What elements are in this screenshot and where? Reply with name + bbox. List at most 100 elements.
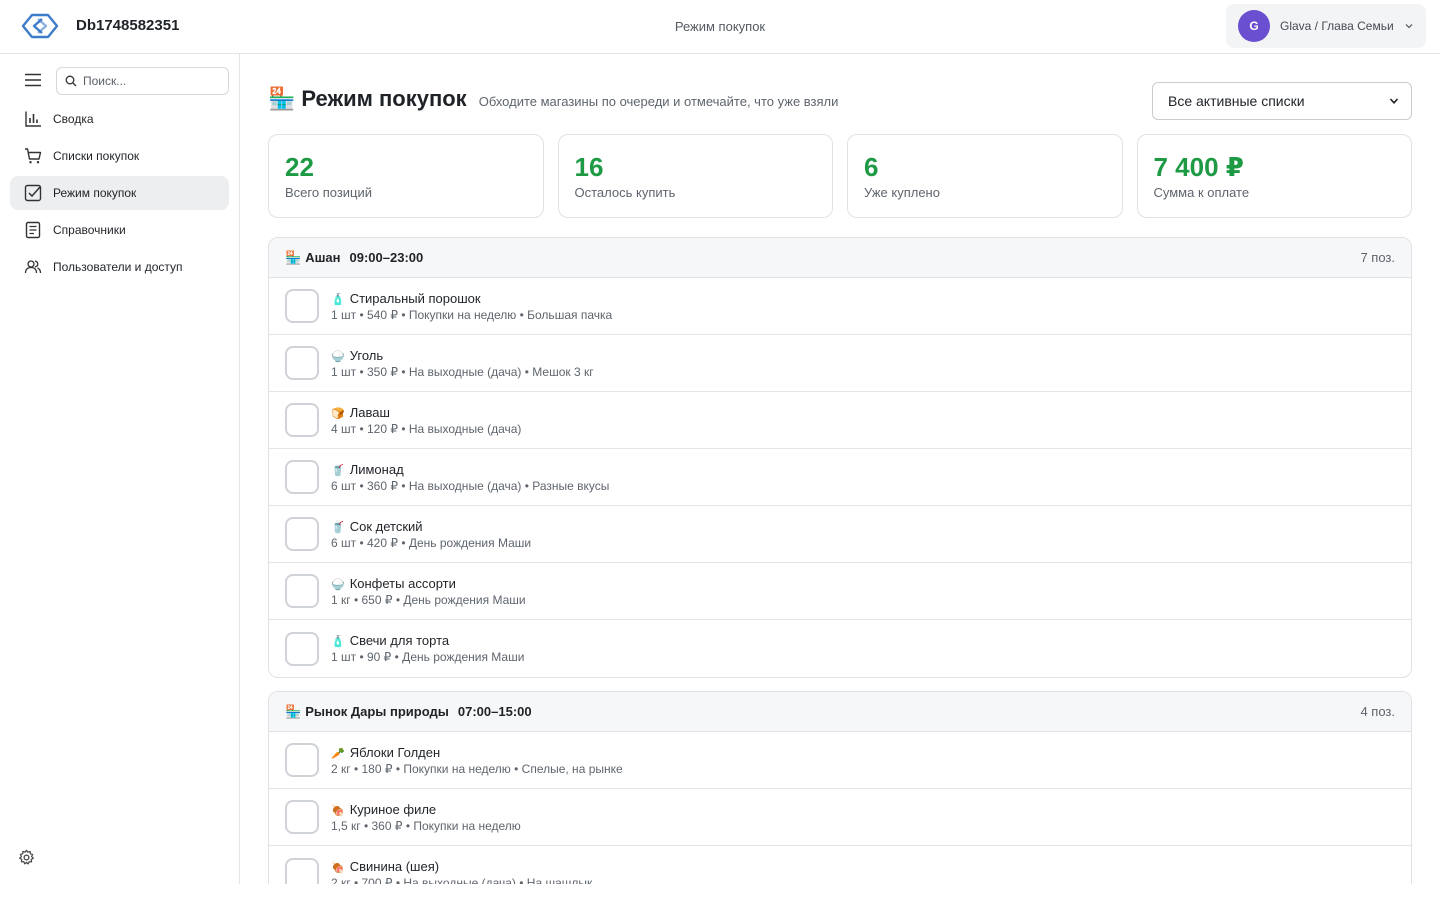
item-meta: 1 шт • 540 ₽ • Покупки на неделю • Больш…: [331, 307, 613, 322]
store-emoji-icon: 🏪: [268, 86, 296, 111]
store-section-market: 🏪 Рынок Дары природы 07:00–15:00 4 поз. …: [268, 691, 1412, 884]
checkbox-icon: [24, 184, 42, 202]
stat-card-remaining: 16 Осталось купить: [557, 134, 833, 218]
stat-label: Всего позиций: [285, 185, 373, 200]
sidebar-item-directories[interactable]: Справочники: [10, 213, 229, 247]
sidebar-item-label: Сводка: [53, 112, 94, 126]
item-emoji-icon: 🍖: [331, 804, 345, 817]
list-item[interactable]: 🍞 Лаваш 4 шт • 120 ₽ • На выходные (дача): [269, 392, 1411, 449]
item-checkbox[interactable]: [285, 403, 319, 437]
item-checkbox[interactable]: [285, 574, 319, 608]
user-name: Glava / Глава Семьи: [1280, 19, 1394, 33]
list-item[interactable]: 🥤 Сок детский 6 шт • 420 ₽ • День рождени…: [269, 506, 1411, 563]
item-emoji-icon: 🥕: [331, 747, 345, 760]
top-bar: Db1748582351 Режим покупок G Glava / Гла…: [0, 0, 1440, 54]
list-filter-select[interactable]: Все активные списки: [1152, 82, 1412, 120]
item-checkbox[interactable]: [285, 857, 319, 884]
item-emoji-icon: 🍖: [331, 862, 345, 874]
sidebar: Сводка Списки покупок Режим покупок Спра…: [0, 54, 240, 884]
item-name: Свинина (шея): [349, 859, 440, 874]
item-emoji-icon: 🥤: [331, 464, 345, 477]
item-meta: 1 шт • 90 ₽ • День рождения Маши: [331, 650, 525, 664]
item-meta: 2 кг • 700 ₽ • На выходные (дача) • На ш…: [331, 876, 593, 884]
item-meta: 1 шт • 350 ₽ • На выходные (дача) • Мешо…: [331, 364, 594, 379]
item-checkbox[interactable]: [285, 289, 319, 323]
stat-label: Сумма к оплате: [1153, 185, 1250, 200]
stat-card-total: 22 Всего позиций: [268, 134, 544, 218]
item-name: Куриное филе: [349, 801, 437, 817]
item-emoji-icon: 🧴: [331, 636, 345, 648]
users-icon: [24, 260, 42, 274]
sidebar-item-shopping-mode[interactable]: Режим покупок: [10, 176, 229, 210]
item-checkbox[interactable]: [285, 517, 319, 551]
stats-row: 22 Всего позиций 16 Осталось купить 6 Уж…: [268, 134, 1412, 218]
item-name: Лаваш: [349, 404, 390, 420]
store-section-auchan: 🏪 Ашан 09:00–23:00 7 поз. 🧴 Стиральный по…: [268, 237, 1412, 678]
item-emoji-icon: 🍚: [331, 350, 345, 363]
page-subtitle: Обходите магазины по очереди и отмечайте…: [478, 94, 839, 109]
item-name: Сок детский: [349, 518, 423, 534]
stat-value: 6: [864, 152, 879, 182]
sidebar-item-shopping-lists[interactable]: Списки покупок: [10, 139, 229, 173]
stat-card-bought: 6 Уже куплено: [847, 134, 1123, 218]
sidebar-item-label: Списки покупок: [53, 149, 140, 163]
list-item[interactable]: 🍖 Свинина (шея) 2 кг • 700 ₽ • На выходны…: [269, 846, 1411, 884]
gear-icon[interactable]: [18, 849, 35, 866]
item-emoji-icon: 🍞: [331, 407, 345, 420]
item-emoji-icon: 🧴: [331, 293, 345, 306]
menu-icon[interactable]: [24, 73, 42, 87]
sidebar-item-label: Пользователи и доступ: [53, 260, 183, 274]
store-icon: 🏪: [285, 703, 302, 719]
item-name: Свечи для торта: [349, 633, 450, 648]
page-title: Режим покупок: [301, 86, 467, 111]
list-item[interactable]: 🧴 Свечи для торта 1 шт • 90 ₽ • День рожд…: [269, 620, 1411, 677]
logo-icon[interactable]: [20, 12, 60, 40]
stat-label: Осталось купить: [574, 185, 676, 200]
item-checkbox[interactable]: [285, 631, 319, 666]
bar-chart-icon: [25, 111, 41, 127]
store-item-count: 7 поз.: [1360, 250, 1395, 265]
item-meta: 2 кг • 180 ₽ • Покупки на неделю • Спелы…: [331, 761, 623, 776]
sidebar-item-label: Режим покупок: [53, 186, 137, 200]
item-meta: 6 шт • 360 ₽ • На выходные (дача) • Разн…: [331, 478, 610, 493]
chevron-down-icon: [1405, 24, 1413, 29]
item-checkbox[interactable]: [285, 743, 319, 777]
search-box[interactable]: [56, 67, 229, 95]
store-hours: 07:00–15:00: [457, 704, 532, 719]
sidebar-item-label: Справочники: [53, 223, 126, 237]
list-filter-value: Все активные списки: [1168, 93, 1305, 109]
app-name[interactable]: Db1748582351: [76, 17, 179, 34]
item-checkbox[interactable]: [285, 800, 319, 834]
item-meta: 4 шт • 120 ₽ • На выходные (дача): [331, 421, 522, 436]
chevron-down-icon: [1389, 98, 1399, 104]
item-emoji-icon: 🍚: [331, 578, 345, 591]
item-meta: 1 кг • 650 ₽ • День рождения Маши: [331, 592, 526, 607]
stat-value: 22: [285, 152, 314, 182]
store-hours: 09:00–23:00: [349, 250, 424, 265]
item-name: Лимонад: [349, 461, 404, 477]
list-item[interactable]: 🧴 Стиральный порошок 1 шт • 540 ₽ • Покуп…: [269, 278, 1411, 335]
list-item[interactable]: 🍚 Конфеты ассорти 1 кг • 650 ₽ • День рож…: [269, 563, 1411, 620]
list-item[interactable]: 🍚 Уголь 1 шт • 350 ₽ • На выходные (дача)…: [269, 335, 1411, 392]
search-icon: [65, 75, 77, 87]
main-content: 🏪 Режим покупок Обходите магазины по оче…: [240, 54, 1440, 884]
stat-card-sum: 7 400 ₽ Сумма к оплате: [1136, 134, 1412, 218]
item-checkbox[interactable]: [285, 346, 319, 380]
page-context-title: Режим покупок: [674, 19, 766, 34]
store-icon: 🏪: [285, 249, 302, 265]
sidebar-item-summary[interactable]: Сводка: [10, 102, 229, 136]
search-input[interactable]: [83, 74, 213, 88]
item-checkbox[interactable]: [285, 460, 319, 494]
item-meta: 6 шт • 420 ₽ • День рождения Маши: [331, 535, 532, 550]
stat-value: 16: [574, 152, 604, 182]
list-item[interactable]: 🍖 Куриное филе 1,5 кг • 360 ₽ • Покупки н…: [269, 789, 1411, 846]
page-header: 🏪 Режим покупок Обходите магазины по оче…: [268, 86, 838, 112]
list-item[interactable]: 🥕 Яблоки Голден 2 кг • 180 ₽ • Покупки на…: [269, 732, 1411, 789]
item-name: Стиральный порошок: [349, 290, 481, 306]
item-name: Конфеты ассорти: [349, 575, 456, 591]
user-menu[interactable]: G Glava / Глава Семьи: [1226, 4, 1426, 48]
list-item[interactable]: 🥤 Лимонад 6 шт • 360 ₽ • На выходные (дач…: [269, 449, 1411, 506]
store-header: 🏪 Рынок Дары природы 07:00–15:00 4 поз.: [269, 692, 1411, 732]
sidebar-item-users[interactable]: Пользователи и доступ: [10, 250, 229, 284]
cart-icon: [25, 148, 42, 164]
